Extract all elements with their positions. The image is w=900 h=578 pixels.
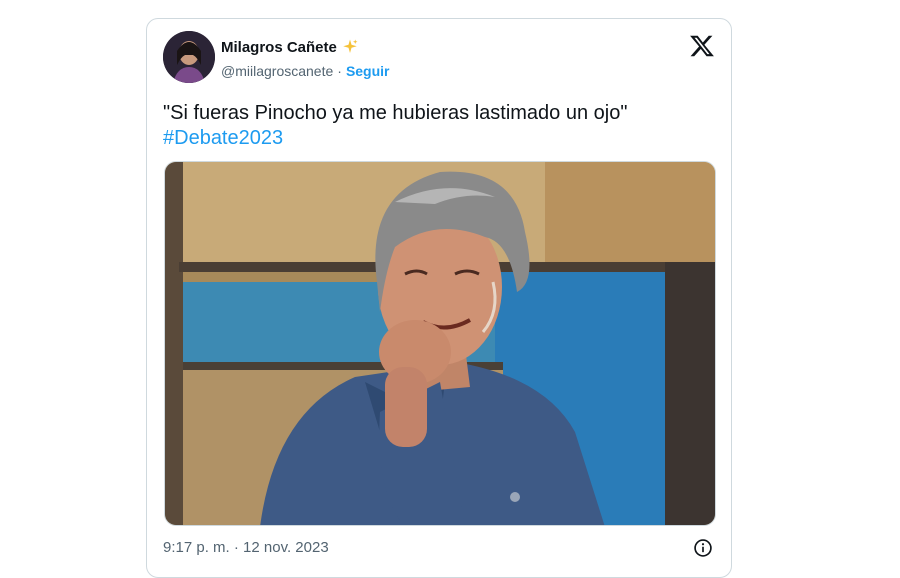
author-avatar[interactable] [163,31,215,83]
author-handle[interactable]: @miilagroscanete [221,63,333,79]
author-name[interactable]: Milagros Cañete [221,39,337,56]
author-name-row[interactable]: Milagros Cañete [221,38,359,56]
tweet-text: "Si fueras Pinocho ya me hubieras lastim… [163,101,627,151]
handle-row: @miilagroscanete · Seguir [221,63,390,79]
avatar-image [163,31,215,83]
info-icon[interactable] [693,538,713,558]
tweet-card: Milagros Cañete @miilagroscanete · Seguir … [146,18,732,578]
tweet-media[interactable] [164,161,716,526]
tweet-body: "Si fueras Pinocho ya me hubieras lastim… [163,102,628,124]
media-photo [165,162,715,525]
hashtag-link[interactable]: #Debate2023 [163,126,627,151]
handle-separator: · [337,63,342,79]
x-logo-icon[interactable] [689,33,715,59]
sparkle-icon [343,39,358,53]
tweet-timestamp[interactable]: 9:17 p. m. · 12 nov. 2023 [163,539,329,556]
follow-button[interactable]: Seguir [346,63,390,79]
